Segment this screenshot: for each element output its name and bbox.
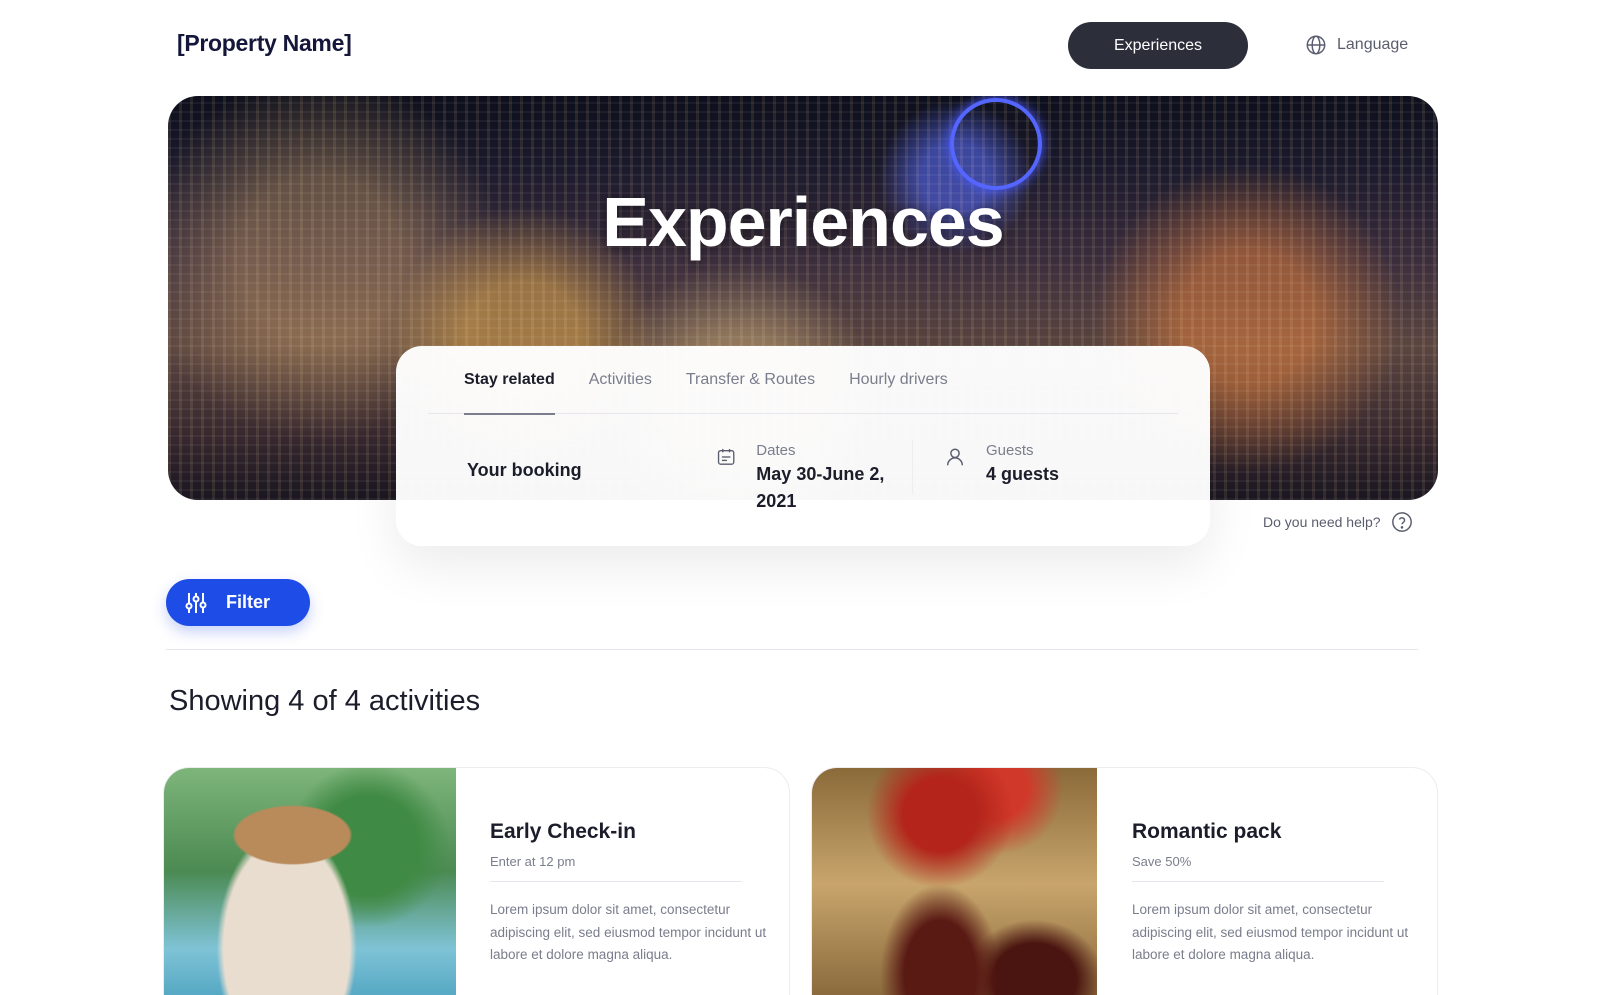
guests-label: Guests — [986, 442, 1034, 459]
ferris-wheel-graphic — [950, 98, 1042, 190]
activity-description: Lorem ipsum dolor sit amet, consectetur … — [1132, 902, 1409, 962]
dates-label: Dates — [756, 442, 796, 459]
help-text: Do you need help? — [1263, 514, 1381, 530]
activity-card-romantic-pack[interactable]: Romantic pack Save 50% Lorem ipsum dolor… — [811, 767, 1438, 995]
tab-stay-related[interactable]: Stay related — [464, 346, 555, 415]
card-divider — [1132, 881, 1384, 882]
filter-button[interactable]: Filter — [166, 579, 310, 626]
card-divider — [490, 881, 742, 882]
sliders-icon — [185, 592, 207, 613]
help-icon — [1391, 512, 1412, 532]
activity-image — [812, 768, 1097, 995]
globe-icon — [1306, 35, 1326, 55]
section-divider — [166, 649, 1418, 650]
booking-tabs: Stay related Activities Transfer & Route… — [428, 346, 1178, 415]
guests-value: 4 guests — [986, 464, 1060, 484]
experiences-nav-button[interactable]: Experiences — [1068, 22, 1248, 69]
filter-label: Filter — [226, 592, 271, 612]
dates-field[interactable]: Dates May 30-June 2, 2021 — [716, 442, 916, 515]
tab-hourly-drivers[interactable]: Hourly drivers — [849, 346, 948, 414]
activity-title: Romantic pack — [1132, 820, 1282, 843]
help-link[interactable]: Do you need help? — [1263, 511, 1413, 533]
dates-value: May 30-June 2, 2021 — [756, 464, 885, 511]
activity-image — [164, 768, 456, 995]
tab-transfer-routes[interactable]: Transfer & Routes — [686, 346, 815, 414]
activity-description: Lorem ipsum dolor sit amet, consectetur … — [490, 902, 767, 962]
field-divider — [912, 440, 913, 494]
calendar-icon — [717, 448, 735, 465]
language-label: Language — [1337, 36, 1409, 53]
activity-subtitle: Save 50% — [1132, 854, 1192, 869]
activity-subtitle: Enter at 12 pm — [490, 854, 576, 869]
your-booking-label: Your booking — [467, 460, 582, 480]
booking-panel: Stay related Activities Transfer & Route… — [396, 346, 1210, 546]
results-summary: Showing 4 of 4 activities — [169, 685, 481, 717]
property-logo[interactable]: [Property Name] — [177, 30, 352, 57]
guests-field[interactable]: Guests 4 guests — [944, 442, 1059, 488]
language-selector[interactable]: Language — [1305, 34, 1408, 56]
tab-activities[interactable]: Activities — [589, 346, 652, 414]
activity-card-early-check-in[interactable]: Early Check-in Enter at 12 pm Lorem ipsu… — [163, 767, 790, 995]
activity-title: Early Check-in — [490, 820, 636, 843]
person-icon — [946, 448, 964, 466]
hero-title: Experiences — [602, 183, 1004, 261]
